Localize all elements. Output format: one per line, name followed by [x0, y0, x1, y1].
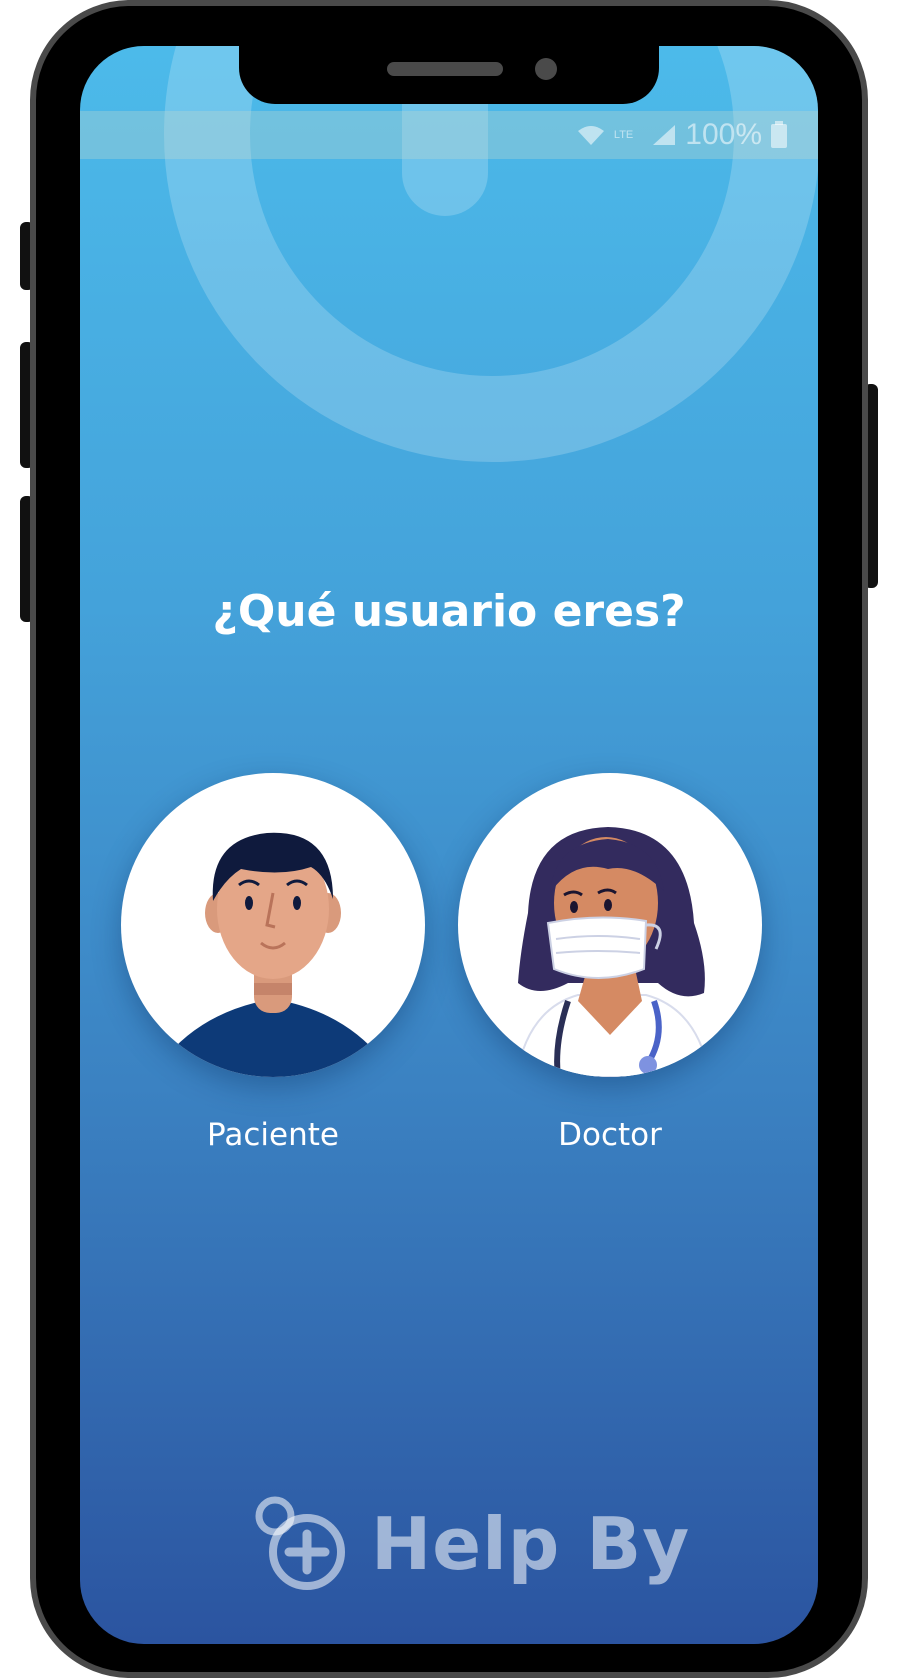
app-name: Help By	[371, 1502, 691, 1586]
doctor-avatar-icon[interactable]	[458, 773, 762, 1077]
decorative-ring	[164, 46, 818, 462]
status-bar: LTE 100%	[80, 111, 818, 159]
user-type-question: ¿Qué usuario eres?	[212, 586, 686, 637]
app-screen: LTE 100% ¿Qué usuario eres? Paciente Doc…	[80, 46, 818, 1644]
wifi-icon	[577, 126, 604, 145]
patient-avatar-icon[interactable]	[121, 773, 425, 1077]
helpby-logo-icon	[255, 1496, 345, 1590]
signal-icon	[653, 125, 676, 145]
speaker-grille	[387, 62, 503, 76]
option-label-doctor: Doctor	[558, 1117, 662, 1153]
network-type: LTE	[613, 129, 634, 141]
option-paciente[interactable]: Paciente	[121, 773, 425, 1153]
option-label-paciente: Paciente	[207, 1117, 339, 1153]
battery-icon	[771, 121, 787, 148]
front-camera	[535, 58, 557, 80]
battery-percent: 100%	[685, 118, 762, 151]
app-brand: Help By	[255, 1494, 690, 1594]
option-doctor[interactable]: Doctor	[458, 773, 762, 1153]
phone-notch	[239, 46, 659, 104]
